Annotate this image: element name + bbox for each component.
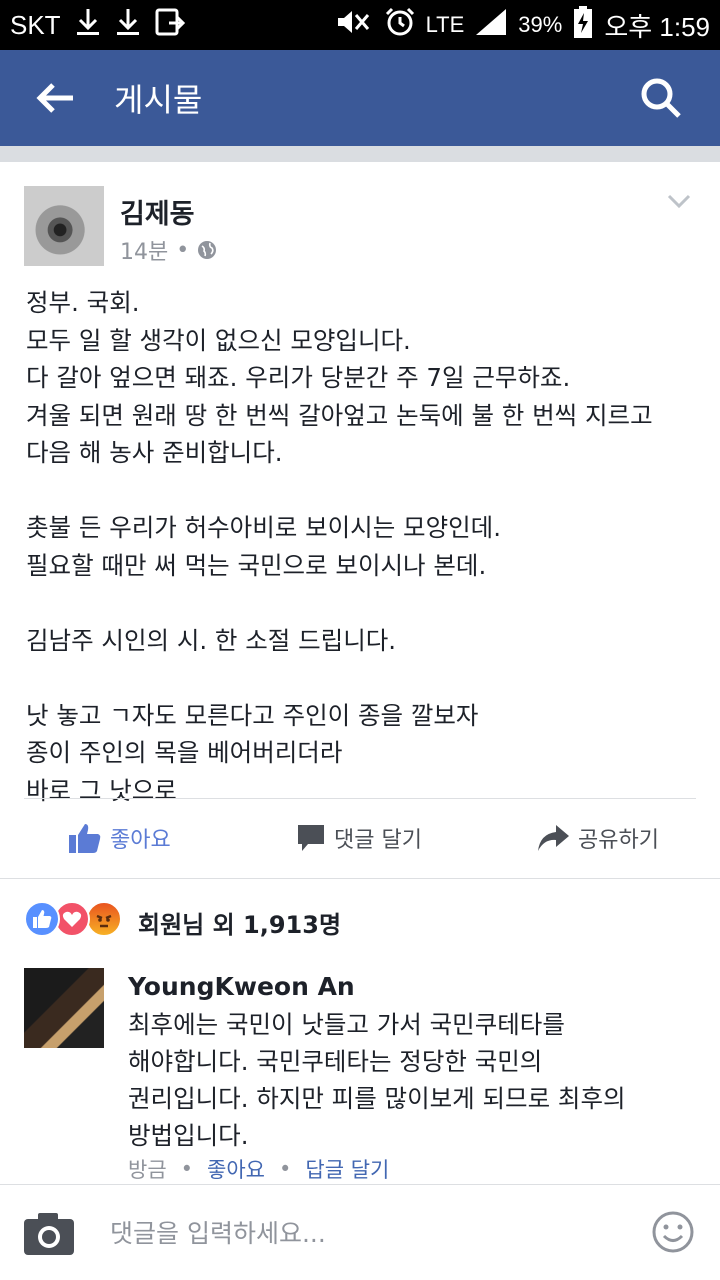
download-icon: [115, 7, 141, 44]
post-line: [26, 659, 706, 697]
share-button[interactable]: 공유하기: [536, 822, 659, 854]
chevron-down-icon: [667, 194, 691, 209]
comment-line: 최후에는 국민이 낫들고 가서 국민쿠테타를: [128, 1010, 565, 1039]
like-label: 좋아요: [110, 828, 171, 853]
status-bar: SKT LTE 39% 오후 1:59: [0, 0, 720, 50]
clock: 오후 1:59: [604, 11, 710, 42]
comment-input[interactable]: [110, 1207, 630, 1259]
post-line: 필요할 때만 써 먹는 국민으로 보이시나 본데.: [26, 550, 487, 580]
comment-line: 권리입니다. 하지만 피를 많이보게 되므로 최후의: [128, 1084, 626, 1113]
comment-line: 방법입니다.: [128, 1121, 249, 1150]
post-meta: 14분 •: [120, 234, 217, 266]
meta-separator: •: [180, 1157, 194, 1181]
comment-line: 해야합니다. 국민쿠테타는 정당한 국민의: [128, 1047, 543, 1076]
mute-icon: [334, 7, 374, 44]
camera-button[interactable]: [22, 1211, 76, 1257]
comment-composer: [0, 1184, 720, 1280]
post-line: 다 갈아 엎으면 돼죠. 우리가 당분간 주 7일 근무하죠.: [26, 363, 571, 392]
carrier-label: SKT: [10, 9, 61, 40]
post-actions: 좋아요 댓글 달기 공유하기: [0, 800, 720, 876]
signal-icon: [474, 7, 508, 44]
app-header: 게시물: [0, 50, 720, 146]
back-button[interactable]: [10, 50, 100, 146]
post-line: 종이 주인의 목을 베어버리더라: [26, 738, 343, 767]
page-title: 게시물: [114, 81, 203, 119]
post-line: 정부. 국회.: [26, 288, 140, 317]
comment-body: 최후에는 국민이 낫들고 가서 국민쿠테타를 해야합니다. 국민쿠테타는 정당한…: [128, 1006, 688, 1154]
post-line: [26, 584, 706, 622]
comment-icon: [298, 825, 324, 851]
commenter-name[interactable]: YoungKweon An: [128, 972, 355, 1001]
post-line: 낫 놓고 ㄱ자도 모른다고 주인이 종을 깔보자: [26, 700, 479, 730]
battery-percent: 39%: [518, 12, 563, 37]
search-icon: [641, 78, 681, 118]
comment-label: 댓글 달기: [334, 828, 422, 853]
author-name[interactable]: 김제동: [120, 192, 195, 231]
battery-charging-icon: [572, 5, 594, 46]
author-avatar[interactable]: [24, 186, 104, 266]
thumbs-up-icon: [69, 824, 101, 853]
reactions-count[interactable]: 회원님 외 1,913명: [138, 905, 341, 940]
comment-time: 방금: [128, 1158, 167, 1182]
post-line: [26, 472, 706, 510]
camera-icon: [24, 1213, 74, 1255]
search-button[interactable]: [616, 50, 706, 146]
angry-icon: [86, 901, 122, 937]
post-line: 김남주 시인의 시. 한 소절 드립니다.: [26, 625, 397, 655]
reactions-bar[interactable]: 회원님 외 1,913명: [0, 878, 720, 964]
like-button[interactable]: 좋아요: [68, 822, 171, 854]
alarm-icon: [384, 6, 416, 45]
comment-meta: 방금 • 좋아요 • 답글 달기: [128, 1154, 389, 1184]
post-line: 겨울 되면 원래 땅 한 번씩 갈아엎고 논둑에 불 한 번씩 지르고: [26, 400, 653, 430]
emoji-button[interactable]: [652, 1211, 694, 1253]
comment-like-link[interactable]: 좋아요: [207, 1154, 265, 1184]
post-line: 다음 해 농사 준비합니다.: [26, 438, 283, 467]
divider: [24, 798, 696, 799]
reply-link[interactable]: 답글 달기: [305, 1154, 389, 1184]
comment-button[interactable]: 댓글 달기: [296, 822, 422, 854]
commenter-avatar[interactable]: [24, 968, 104, 1048]
meta-separator: •: [279, 1157, 292, 1181]
post-line: 촛불 든 우리가 허수아비로 보이시는 모양인데.: [26, 513, 501, 542]
meta-separator: •: [176, 237, 190, 263]
smiley-icon: [652, 1211, 694, 1253]
post-time[interactable]: 14분: [120, 234, 168, 266]
download-icon: [75, 7, 101, 44]
screen-share-icon: [155, 7, 187, 44]
comment-item: YoungKweon An 최후에는 국민이 낫들고 가서 국민쿠테타를 해야합…: [0, 964, 720, 1184]
share-icon: [538, 825, 569, 851]
network-label: LTE: [425, 12, 465, 37]
divider: [0, 146, 720, 162]
post-options-button[interactable]: [664, 186, 694, 216]
like-icon: [24, 901, 60, 937]
post-card: 김제동 14분 • 정부. 국회. 모두 일 할 생각이 없으신 모양입니다. …: [0, 162, 720, 878]
back-arrow-icon: [36, 83, 73, 113]
share-label: 공유하기: [578, 828, 659, 853]
globe-icon: [198, 241, 217, 259]
post-line: 모두 일 할 생각이 없으신 모양입니다.: [26, 325, 411, 355]
reaction-icons: [24, 901, 124, 939]
post-body: 정부. 국회. 모두 일 할 생각이 없으신 모양입니다. 다 갈아 엎으면 돼…: [26, 284, 706, 809]
